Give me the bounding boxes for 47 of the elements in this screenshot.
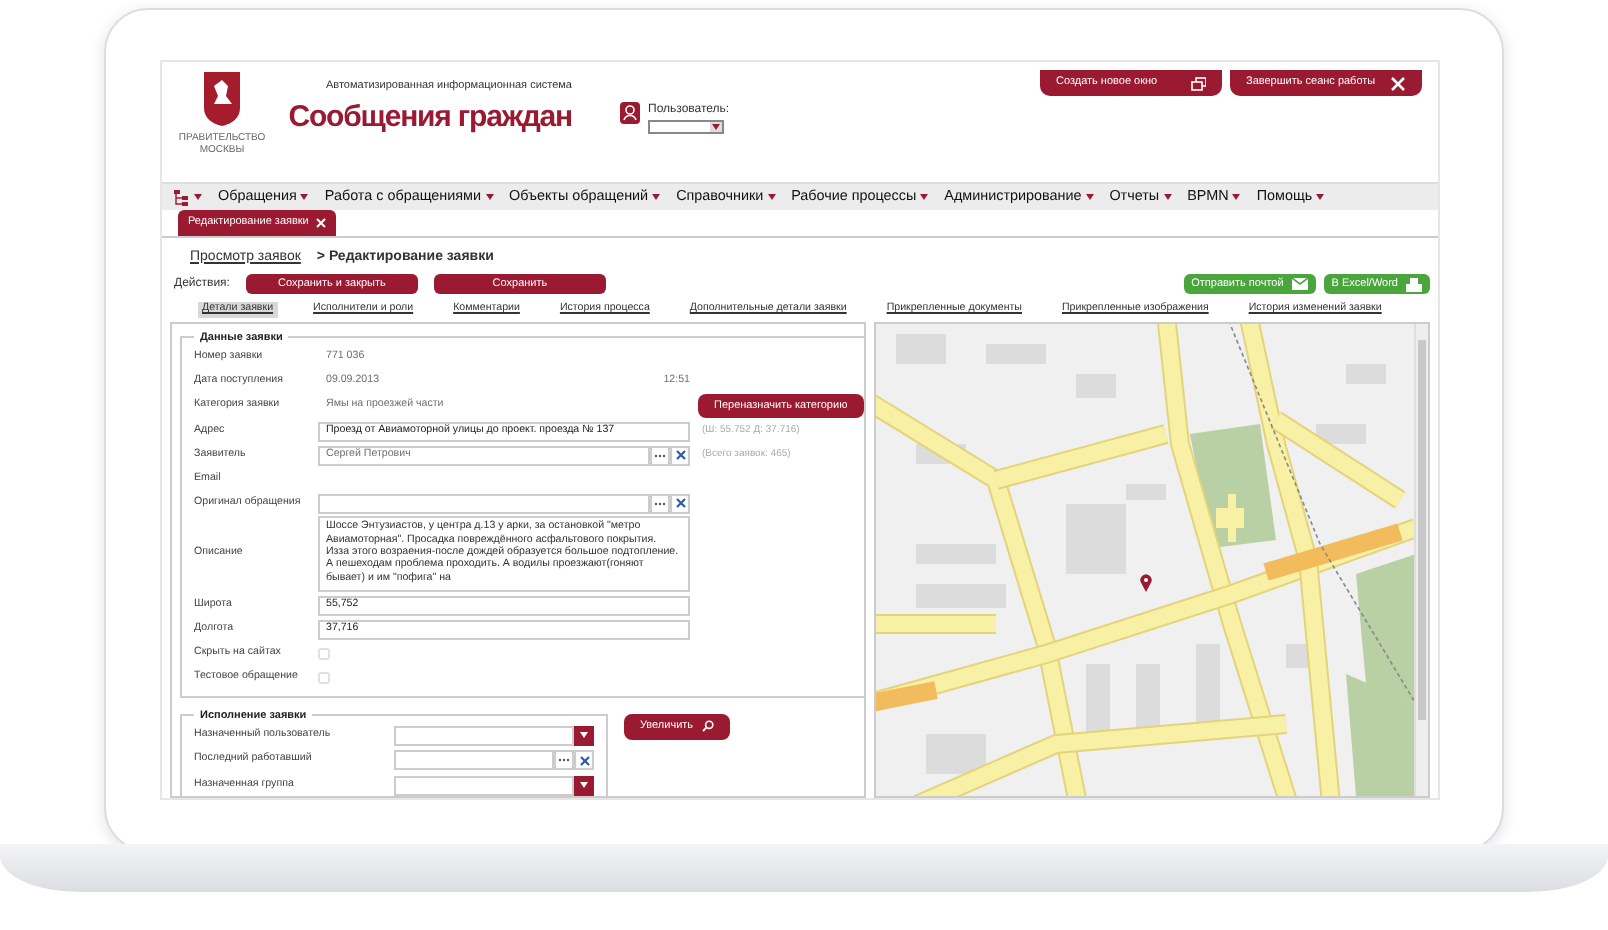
checkbox[interactable] [318, 647, 330, 660]
caret-icon [1232, 194, 1241, 201]
ellipsis-icon [558, 758, 570, 763]
dropdown-button[interactable] [574, 725, 594, 746]
close-icon [675, 450, 685, 461]
app-title: Сообщения граждан [288, 102, 572, 133]
close-icon [316, 217, 327, 228]
caret-icon [580, 732, 588, 739]
hierarchy-icon [174, 189, 190, 206]
caret-icon [194, 194, 202, 201]
close-icon [675, 498, 685, 509]
dropdown-field[interactable] [394, 775, 574, 796]
user-icon [620, 102, 640, 124]
close-icon [1390, 75, 1406, 91]
clear-button[interactable] [670, 445, 690, 466]
caret-icon [300, 194, 309, 201]
dropdown-field[interactable] [394, 725, 574, 746]
close-icon [579, 755, 589, 766]
caret-icon [920, 194, 929, 201]
menu-item[interactable] [174, 189, 202, 206]
user-select[interactable] [648, 120, 724, 134]
caret-icon [1316, 194, 1325, 201]
browse-button[interactable] [650, 493, 670, 514]
browse-button[interactable] [650, 445, 670, 466]
browse-button[interactable] [554, 750, 574, 771]
input-field[interactable] [394, 750, 554, 771]
scrollbar[interactable] [1414, 324, 1428, 796]
windows-icon [1190, 75, 1206, 91]
clear-button[interactable] [670, 493, 690, 514]
input-field[interactable] [318, 493, 650, 514]
coat-of-arms-icon [202, 70, 242, 126]
ellipsis-icon [654, 453, 666, 458]
caret-icon [580, 782, 588, 789]
caret-icon [485, 194, 493, 201]
clear-button[interactable] [574, 750, 594, 771]
caret-icon [767, 194, 776, 201]
search-icon [701, 720, 714, 733]
location-pin-icon [1140, 574, 1153, 592]
envelope-icon [1291, 278, 1308, 291]
checkbox[interactable] [318, 671, 330, 684]
dropdown-button[interactable] [574, 775, 594, 796]
printer-icon [1406, 277, 1422, 292]
caret-icon [1085, 194, 1094, 201]
caret-icon [1163, 194, 1172, 201]
caret-icon [712, 124, 720, 130]
ellipsis-icon [654, 501, 666, 506]
caret-icon [652, 194, 661, 201]
